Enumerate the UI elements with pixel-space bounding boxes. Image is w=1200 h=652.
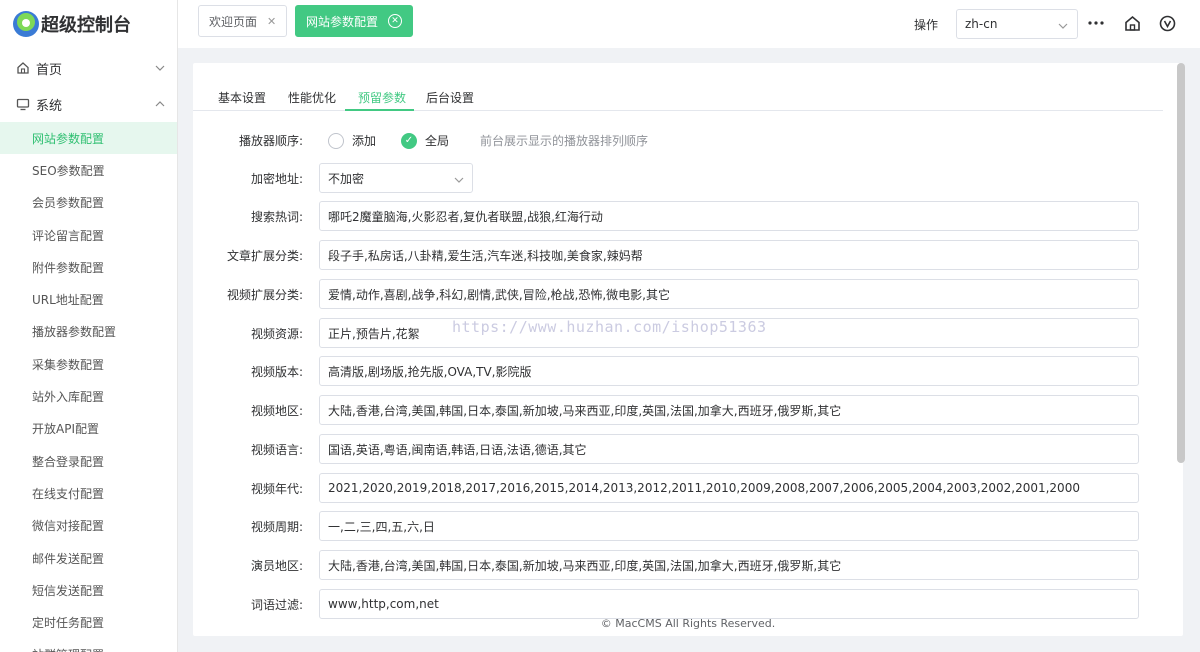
close-icon[interactable]: ✕ [388,14,403,28]
field-label: 搜索热词: [250,210,303,224]
field-label: 视频地区: [250,404,303,418]
radio-global[interactable]: ✓ 全局 [401,132,449,149]
app-logo-icon [13,11,39,37]
language-value: zh-cn [965,17,998,31]
form-row-article-ext: 文章扩展分类: 段子手,私房话,八卦精,爱生活,汽车迷,科技咖,美食家,辣妈帮 [193,240,1153,270]
encrypt-select[interactable]: 不加密 [319,163,473,193]
form-row-encrypt: 加密地址: 不加密 [193,163,1153,193]
topbar: 欢迎页面 ✕ 网站参数配置 ✕ 操作 zh-cn [178,0,1200,48]
home-icon[interactable] [1123,14,1141,32]
sidebar-item-email-config[interactable]: 邮件发送配置 [0,542,177,574]
video-year-input[interactable]: 2021,2020,2019,2018,2017,2016,2015,2014,… [319,473,1139,503]
settings-tabs: 基本设置 性能优化 预留参数 后台设置 [193,81,1163,111]
video-week-input[interactable]: 一,二,三,四,五,六,日 [319,511,1139,541]
sidebar-item-sms-config[interactable]: 短信发送配置 [0,574,177,606]
tab-label: 欢迎页面 [209,14,258,29]
tab-backend[interactable]: 后台设置 [426,89,474,106]
radio-label: 添加 [352,134,377,148]
chevron-up-icon [155,98,165,108]
monitor-icon [16,97,30,111]
form-row-actor-area: 演员地区: 大陆,香港,台湾,美国,韩国,日本,泰国,新加坡,马来西亚,印度,英… [193,550,1153,580]
sidebar-item-home[interactable]: 首页 [0,50,177,86]
form-row-video-lang: 视频语言: 国语,英语,粤语,闽南语,韩语,日语,法语,德语,其它 [193,434,1153,464]
field-label: 视频扩展分类: [226,288,303,302]
tab-basic[interactable]: 基本设置 [218,89,266,106]
field-label: 播放器顺序: [238,134,303,148]
sidebar-item-api-config[interactable]: 开放API配置 [0,413,177,445]
article-ext-input[interactable]: 段子手,私房话,八卦精,爱生活,汽车迷,科技咖,美食家,辣妈帮 [319,240,1139,270]
chevron-down-icon [155,62,165,72]
sidebar-item-player-config[interactable]: 播放器参数配置 [0,316,177,348]
logo[interactable]: 超级控制台 [0,0,177,48]
sidebar-item-payment-config[interactable]: 在线支付配置 [0,477,177,509]
field-label: 视频年代: [250,482,303,496]
sidebar-item-wechat-config[interactable]: 微信对接配置 [0,510,177,542]
tab-site-config[interactable]: 网站参数配置 ✕ [295,5,414,37]
field-label: 演员地区: [250,559,303,573]
scrollbar[interactable] [1177,63,1185,463]
field-hint: 前台展示显示的播放器排列顺序 [480,134,649,148]
form-row-video-ext: 视频扩展分类: 爱情,动作,喜剧,战争,科幻,剧情,武侠,冒险,枪战,恐怖,微电… [193,279,1153,309]
sidebar-item-collect-config[interactable]: 采集参数配置 [0,348,177,380]
video-ext-input[interactable]: 爱情,动作,喜剧,战争,科幻,剧情,武侠,冒险,枪战,恐怖,微电影,其它 [319,279,1139,309]
tab-reserved[interactable]: 预留参数 [358,89,406,106]
language-select[interactable]: zh-cn [956,9,1078,39]
field-label: 加密地址: [250,172,303,186]
sidebar-item-login-config[interactable]: 整合登录配置 [0,445,177,477]
app-title: 超级控制台 [41,15,131,36]
form-row-video-version: 视频版本: 高清版,剧场版,抢先版,OVA,TV,影院版 [193,356,1153,386]
close-icon[interactable]: ✕ [267,15,276,28]
form-row-video-week: 视频周期: 一,二,三,四,五,六,日 [193,511,1153,541]
sidebar-item-attachment-config[interactable]: 附件参数配置 [0,251,177,283]
sidebar: 超级控制台 首页 系统 网站参数配置 SEO参数配置 会员参数配置 评论留言配置… [0,0,178,652]
more-icon[interactable] [1087,14,1105,32]
footer-copyright: © MacCMS All Rights Reserved. [600,617,776,630]
chevron-down-icon [1058,20,1068,34]
video-lang-input[interactable]: 国语,英语,粤语,闽南语,韩语,日语,法语,德语,其它 [319,434,1139,464]
active-tab-indicator [345,109,414,111]
settings-panel: 基本设置 性能优化 预留参数 后台设置 播放器顺序: 添加 ✓ 全局 前台展示显… [193,63,1183,636]
sidebar-item-cron-config[interactable]: 定时任务配置 [0,606,177,638]
user-circle-icon[interactable] [1158,14,1176,32]
sidebar-item-site-config[interactable]: 网站参数配置 [0,122,177,155]
video-version-input[interactable]: 高清版,剧场版,抢先版,OVA,TV,影院版 [319,356,1139,386]
field-label: 词语过滤: [250,598,303,612]
field-label: 文章扩展分类: [226,249,303,263]
form-row-word-filter: 词语过滤: www,http,com,net [193,589,1153,619]
operation-label[interactable]: 操作 [914,16,938,33]
form-row-hot-search: 搜索热词: 哪吒2魔童脑海,火影忍者,复仇者联盟,战狼,红海行动 [193,201,1153,231]
sidebar-item-label: 系统 [36,98,63,114]
hot-search-input[interactable]: 哪吒2魔童脑海,火影忍者,复仇者联盟,战狼,红海行动 [319,201,1139,231]
sidebar-item-url-config[interactable]: URL地址配置 [0,283,177,315]
form-row-player-order: 播放器顺序: 添加 ✓ 全局 前台展示显示的播放器排列顺序 [193,125,1153,155]
sidebar-item-seo-config[interactable]: SEO参数配置 [0,154,177,186]
tab-label: 网站参数配置 [306,14,379,29]
radio-icon [328,132,344,149]
sidebar-item-label: 首页 [36,62,63,78]
chevron-down-icon [454,174,464,188]
word-filter-input[interactable]: www,http,com,net [319,589,1139,619]
field-label: 视频版本: [250,365,303,379]
field-label: 视频周期: [250,520,303,534]
form-row-video-year: 视频年代: 2021,2020,2019,2018,2017,2016,2015… [193,473,1153,503]
field-label: 视频资源: [250,327,303,341]
tab-performance[interactable]: 性能优化 [288,89,336,106]
radio-add[interactable]: 添加 [328,132,376,149]
tab-welcome[interactable]: 欢迎页面 ✕ [198,5,288,37]
actor-area-input[interactable]: 大陆,香港,台湾,美国,韩国,日本,泰国,新加坡,马来西亚,印度,英国,法国,加… [319,550,1139,580]
home-icon [16,61,30,75]
sidebar-item-import-config[interactable]: 站外入库配置 [0,380,177,412]
sidebar-item-sitegroup-config[interactable]: 站群管理配置 [0,639,177,652]
form-row-video-area: 视频地区: 大陆,香港,台湾,美国,韩国,日本,泰国,新加坡,马来西亚,印度,英… [193,395,1153,425]
watermark: https://www.huzhan.com/ishop51363 [452,318,767,336]
sidebar-submenu: 网站参数配置 SEO参数配置 会员参数配置 评论留言配置 附件参数配置 URL地… [0,122,177,652]
video-area-input[interactable]: 大陆,香港,台湾,美国,韩国,日本,泰国,新加坡,马来西亚,印度,英国,法国,加… [319,395,1139,425]
radio-label: 全局 [425,134,450,148]
sidebar-item-comment-config[interactable]: 评论留言配置 [0,219,177,251]
field-label: 视频语言: [250,443,303,457]
sidebar-item-member-config[interactable]: 会员参数配置 [0,187,177,219]
sidebar-item-system[interactable]: 系统 [0,86,177,122]
check-icon: ✓ [401,132,417,149]
select-value: 不加密 [328,171,365,186]
